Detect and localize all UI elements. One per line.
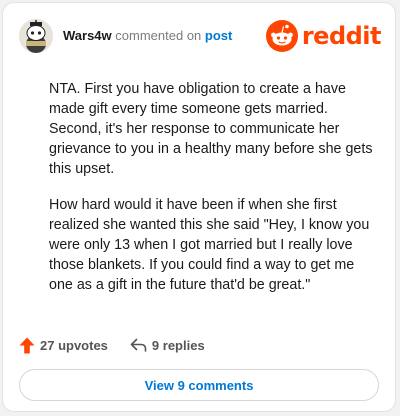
avatar[interactable] <box>19 19 53 53</box>
comment-paragraph: How hard would it have been if when she … <box>49 197 370 293</box>
reddit-snoo-icon <box>265 20 298 52</box>
replies-button[interactable]: 9 replies <box>130 338 205 353</box>
reddit-logo: reddit <box>265 19 382 53</box>
upvote-button[interactable]: 27 upvotes <box>19 337 108 354</box>
replies-count: 9 replies <box>151 337 205 353</box>
comment-meta: Wars4w commented on post <box>63 28 232 43</box>
comment-paragraph: NTA. First you have obligation to create… <box>49 81 373 177</box>
upvote-arrow-icon <box>19 337 35 353</box>
username-link[interactable]: Wars4w <box>63 28 112 43</box>
reply-arrow-icon <box>130 338 147 352</box>
comment-card: Wars4w commented on post reddit NTA. Fir… <box>2 2 396 412</box>
view-comments-button[interactable]: View 9 comments <box>19 369 379 401</box>
commented-on-text: commented on <box>115 28 202 43</box>
comment-body: NTA. First you have obligation to create… <box>49 79 377 311</box>
reddit-wordmark: reddit <box>301 22 382 50</box>
comment-actions: 27 upvotes 9 replies <box>19 335 227 355</box>
comment-header: Wars4w commented on post reddit <box>19 17 382 57</box>
upvote-count: 27 upvotes <box>40 337 108 353</box>
avatar-snoo-icon <box>19 19 53 53</box>
post-link[interactable]: post <box>205 28 232 43</box>
